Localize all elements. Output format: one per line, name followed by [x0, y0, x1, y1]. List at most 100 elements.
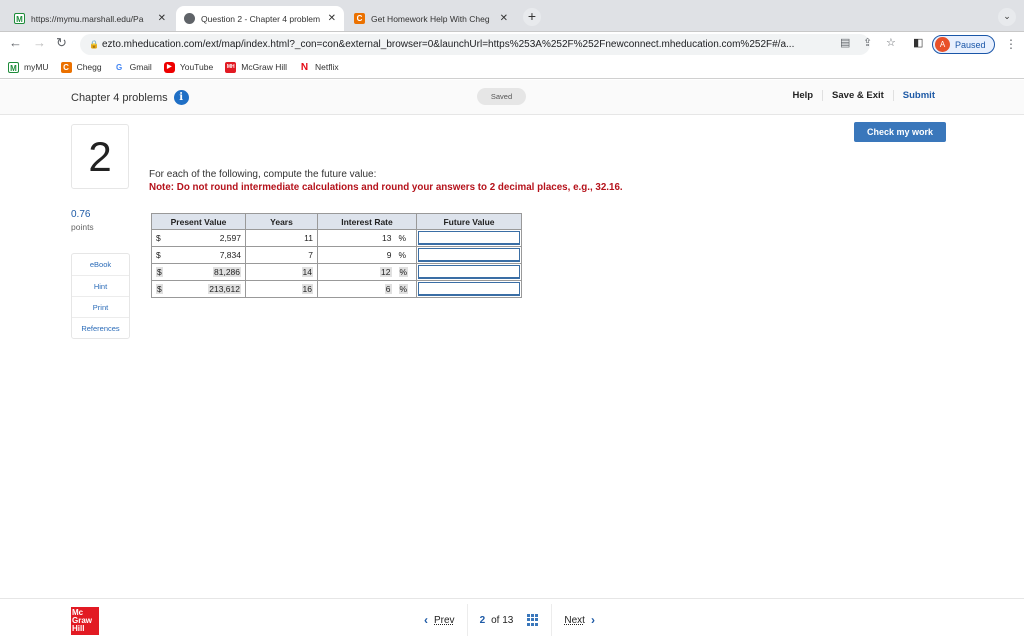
- question-number: 2: [71, 124, 129, 189]
- new-tab-button[interactable]: +: [523, 8, 541, 26]
- print-link[interactable]: Print: [72, 296, 129, 317]
- percent-symbol: %: [395, 263, 417, 281]
- close-tab-icon[interactable]: ✕: [328, 13, 336, 24]
- currency-symbol: $: [151, 263, 172, 281]
- future-value-cell: [416, 229, 522, 247]
- future-value-input[interactable]: [418, 231, 520, 245]
- present-value: 81,286: [171, 263, 246, 281]
- info-icon[interactable]: i: [173, 90, 189, 105]
- tab-search-button[interactable]: ⌄: [998, 8, 1016, 26]
- share-icon[interactable]: ⇪: [863, 36, 872, 49]
- check-my-work-button[interactable]: Check my work: [854, 122, 946, 142]
- marshall-m-icon: M: [8, 61, 19, 73]
- percent-symbol: %: [395, 280, 417, 298]
- references-link[interactable]: References: [72, 317, 129, 338]
- years: 7: [245, 246, 318, 264]
- menu-kebab-icon[interactable]: ⋮: [1005, 37, 1017, 51]
- lock-icon: 🔒: [89, 40, 99, 49]
- reload-icon[interactable]: ↻: [56, 35, 67, 51]
- table-row: $ 2,597 11 13 %: [151, 229, 522, 247]
- question-position[interactable]: 2 of 13: [466, 604, 552, 636]
- header-interest-rate: Interest Rate: [317, 213, 417, 230]
- footer: Mc Graw Hill ‹ Prev 2 of 13 Next ›: [0, 598, 1024, 640]
- future-value-cell: [416, 280, 522, 298]
- url-text: ezto.mheducation.com/ext/map/index.html?…: [102, 39, 795, 50]
- google-g-icon: G: [113, 61, 125, 73]
- tab-chegg[interactable]: C Get Homework Help With Cheg ✕: [346, 6, 516, 31]
- back-icon[interactable]: ←: [9, 35, 22, 50]
- close-tab-icon[interactable]: ✕: [500, 13, 508, 24]
- bookmark-gmail[interactable]: G Gmail: [113, 61, 152, 73]
- browser-toolbar: ← → ↻ 🔒 ezto.mheducation.com/ext/map/ind…: [0, 31, 1024, 56]
- bookmark-mymu[interactable]: M myMU: [8, 61, 49, 73]
- saved-status-badge: Saved: [477, 88, 526, 105]
- tab-question[interactable]: Question 2 - Chapter 4 problem ✕: [176, 6, 344, 31]
- bookmark-mcgraw-hill[interactable]: MH McGraw Hill: [225, 61, 287, 73]
- question-note: Note: Do not round intermediate calculat…: [149, 182, 623, 193]
- prev-button[interactable]: ‹ Prev: [412, 604, 467, 636]
- chevron-right-icon: ›: [590, 613, 595, 627]
- interest-rate: 13: [317, 229, 396, 247]
- next-button[interactable]: Next ›: [551, 604, 607, 636]
- chegg-c-icon: C: [60, 61, 72, 73]
- assignment-title: Chapter 4 problems i: [71, 90, 189, 105]
- table-row: $ 7,834 7 9 %: [151, 246, 522, 264]
- future-value-table: Present Value Years Interest Rate Future…: [151, 213, 522, 298]
- bookmark-star-icon[interactable]: ☆: [886, 36, 896, 49]
- present-value: 2,597: [171, 229, 246, 247]
- globe-icon: [184, 13, 195, 24]
- profile-status: Paused: [955, 39, 986, 50]
- help-link[interactable]: Help: [783, 90, 822, 101]
- present-value: 7,834: [171, 246, 246, 264]
- youtube-icon: ▶: [163, 61, 175, 73]
- question-prompt: For each of the following, compute the f…: [149, 169, 377, 180]
- header-present-value: Present Value: [151, 213, 246, 230]
- interest-rate: 9: [317, 246, 396, 264]
- header-future-value: Future Value: [416, 213, 522, 230]
- marshall-m-icon: M: [14, 13, 25, 24]
- future-value-cell: [416, 246, 522, 264]
- browser-tab-bar: M https://mymu.marshall.edu/Pa ✕ Questio…: [0, 0, 1024, 31]
- tab-mymu[interactable]: M https://mymu.marshall.edu/Pa ✕: [6, 6, 174, 31]
- profile-button[interactable]: A Paused: [932, 35, 995, 54]
- years: 16: [245, 280, 318, 298]
- ebook-link[interactable]: eBook: [72, 254, 129, 275]
- table-row: $ 81,286 14 12 %: [151, 263, 522, 281]
- bookmark-chegg[interactable]: C Chegg: [60, 61, 102, 73]
- chevron-left-icon: ‹: [424, 613, 428, 627]
- side-panel-icon[interactable]: ◧: [913, 36, 923, 49]
- future-value-input[interactable]: [418, 265, 520, 279]
- current-question: 2: [479, 614, 486, 626]
- install-app-icon[interactable]: ▤: [840, 36, 850, 49]
- interest-rate: 6: [317, 280, 396, 298]
- grid-view-icon[interactable]: [527, 614, 539, 626]
- submit-link[interactable]: Submit: [892, 90, 944, 101]
- table-header-row: Present Value Years Interest Rate Future…: [151, 213, 522, 230]
- bookmarks-bar: M myMU C Chegg G Gmail ▶ YouTube MH McGr…: [0, 56, 1024, 79]
- points-value: 0.76: [71, 209, 91, 220]
- hint-link[interactable]: Hint: [72, 275, 129, 296]
- question-total: of 13: [491, 614, 514, 626]
- mcgraw-hill-logo: Mc Graw Hill: [71, 607, 99, 635]
- header-links: Help Save & Exit Submit: [783, 90, 944, 101]
- close-tab-icon[interactable]: ✕: [158, 13, 166, 24]
- bookmark-netflix[interactable]: N Netflix: [299, 61, 339, 73]
- future-value-input[interactable]: [418, 282, 520, 296]
- years: 11: [245, 229, 318, 247]
- assignment-header: Chapter 4 problems i Saved Help Save & E…: [0, 80, 1024, 115]
- currency-symbol: $: [151, 229, 172, 247]
- mcgraw-hill-icon: MH: [225, 61, 237, 73]
- currency-symbol: $: [151, 280, 172, 298]
- question-pager: ‹ Prev 2 of 13 Next ›: [412, 599, 607, 641]
- forward-icon[interactable]: →: [33, 35, 46, 50]
- points-label: points: [71, 222, 94, 232]
- currency-symbol: $: [151, 246, 172, 264]
- save-exit-link[interactable]: Save & Exit: [822, 90, 893, 101]
- future-value-input[interactable]: [418, 248, 520, 262]
- years: 14: [245, 263, 318, 281]
- address-bar[interactable]: 🔒 ezto.mheducation.com/ext/map/index.htm…: [80, 34, 870, 55]
- bookmark-youtube[interactable]: ▶ YouTube: [163, 61, 213, 73]
- points-display: 0.76 points: [71, 209, 94, 233]
- chegg-c-icon: C: [354, 13, 365, 24]
- header-years: Years: [245, 213, 318, 230]
